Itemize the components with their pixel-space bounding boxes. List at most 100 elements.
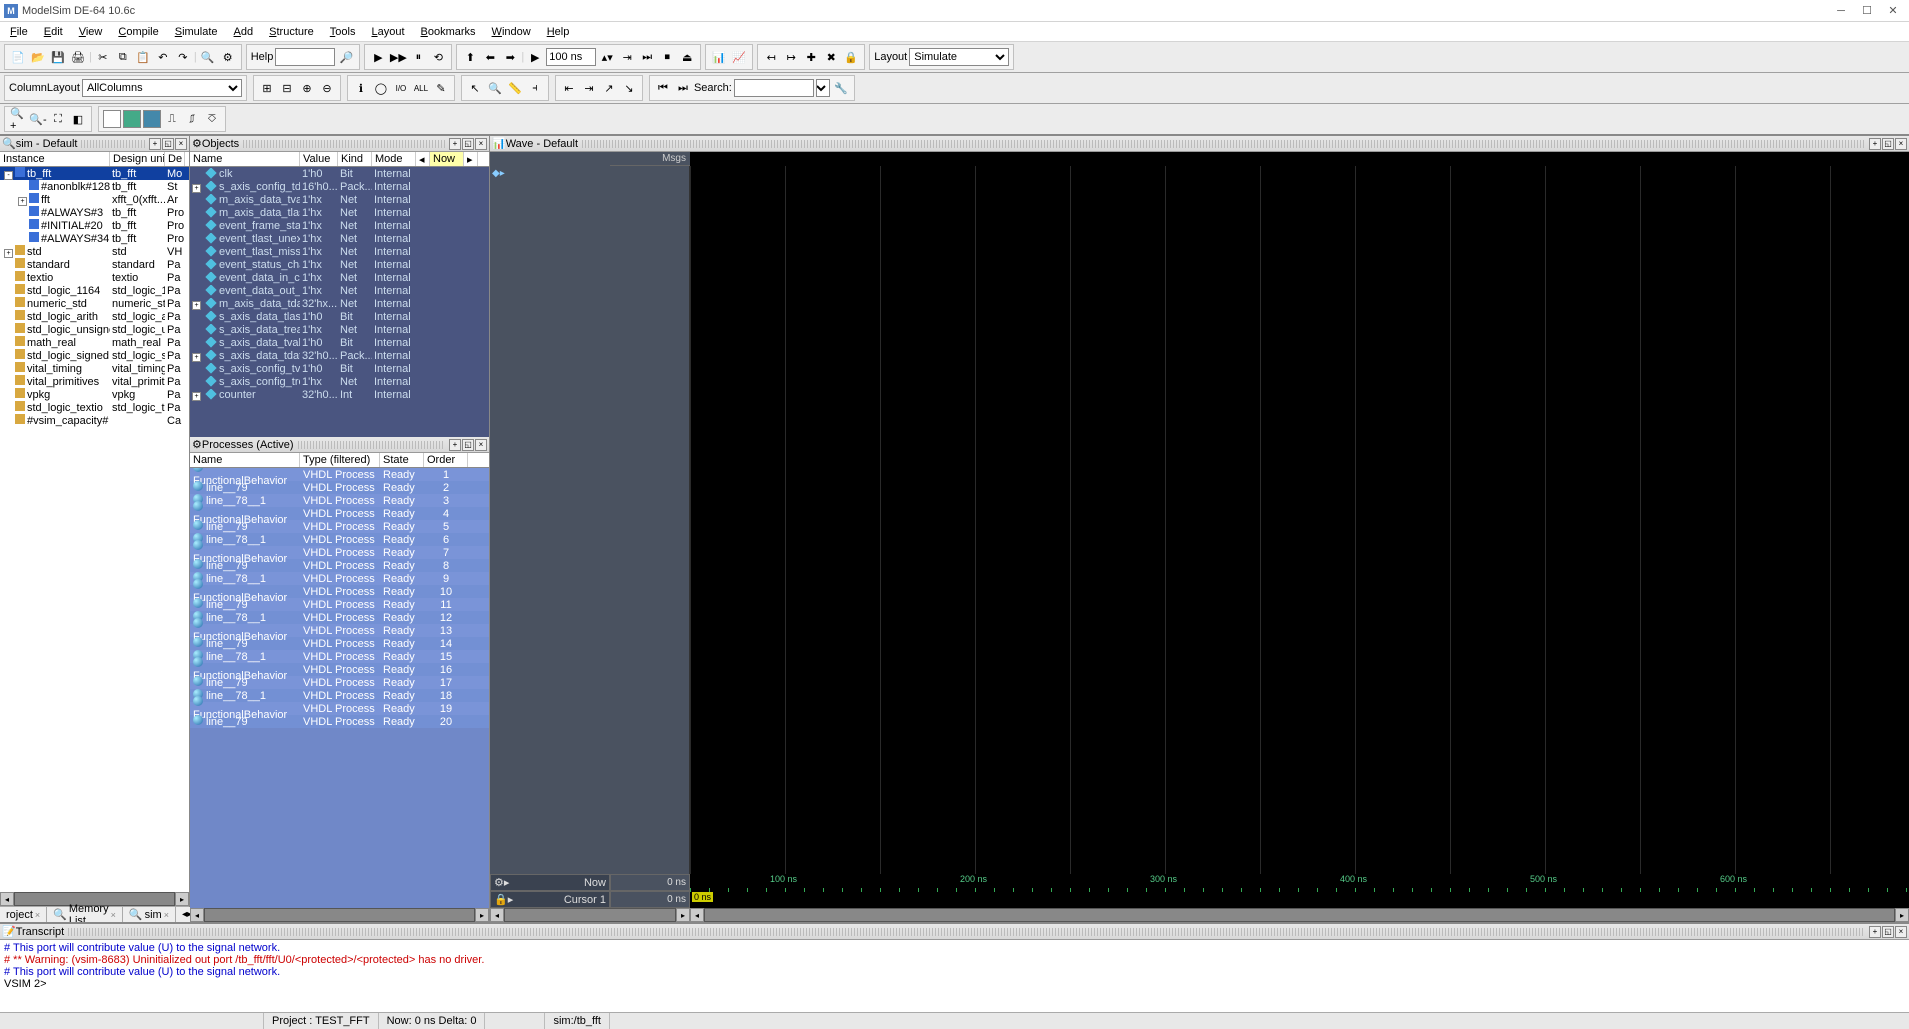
sim-row[interactable]: numeric_stdnumeric_stdPa [0,297,189,310]
processes-list[interactable]: FunctionalBehaviorVHDL ProcessReady1line… [190,468,489,908]
sim-tree[interactable]: -tb_ffttb_fftMo#anonblk#128...tb_fftSt+f… [0,167,189,892]
pointer-icon[interactable]: ↖ [466,79,484,97]
menu-layout[interactable]: Layout [365,24,410,40]
break-sim-icon[interactable]: ⏏ [678,48,696,66]
obj-col-next-button[interactable]: ▸ [464,152,478,166]
expand-icon[interactable]: ⊕ [298,79,316,97]
stop-icon[interactable]: ⏹ [658,48,676,66]
copy-icon[interactable]: ⧉ [114,48,132,66]
sim-row[interactable]: #anonblk#128...tb_fftSt [0,180,189,193]
cut-icon[interactable]: ✂ [94,48,112,66]
scroll-right-icon[interactable]: ▸ [475,908,489,922]
nav-back-icon[interactable]: ⬅ [481,48,499,66]
sim-row[interactable]: standardstandardPa [0,258,189,271]
menu-structure[interactable]: Structure [263,24,320,40]
object-row[interactable]: s_axis_data_tvalid1'h0BitInternal [190,336,489,349]
ungroup-icon[interactable]: ⊟ [278,79,296,97]
menu-help[interactable]: Help [541,24,576,40]
object-row[interactable]: m_axis_data_tvalid...1'hxNetInternal [190,193,489,206]
process-row[interactable]: FunctionalBehaviorVHDL ProcessReady19 [190,702,489,715]
scroll-left-icon[interactable]: ◂ [490,908,504,922]
cursor-lock-icon[interactable]: 🔒 [842,48,860,66]
wave-undock-button[interactable]: ◱ [1882,138,1894,150]
scroll-left-icon[interactable]: ◂ [0,892,14,906]
compile-icon[interactable]: ▶ [369,48,387,66]
object-row[interactable]: s_axis_config_tval...1'h0BitInternal [190,362,489,375]
radix-icon[interactable]: ℹ [352,79,370,97]
scroll-right-icon[interactable]: ▸ [1895,908,1909,922]
zoom-icon[interactable]: 🔍 [486,79,504,97]
wave-signal-names[interactable]: ◆▸ [490,166,690,874]
nav-up-icon[interactable]: ⬆ [461,48,479,66]
sim-row[interactable]: std_logic_arithstd_logic_a...Pa [0,310,189,323]
process-row[interactable]: line__79VHDL ProcessReady8 [190,559,489,572]
wave-bg-blue-icon[interactable] [143,110,161,128]
process-row[interactable]: FunctionalBehaviorVHDL ProcessReady4 [190,507,489,520]
tab-roject[interactable]: roject× [0,907,47,922]
cursor-left-icon[interactable]: ↤ [762,48,780,66]
trans-next-icon[interactable]: ⇥ [580,79,598,97]
object-row[interactable]: s_axis_config_trea...1'hxNetInternal [190,375,489,388]
sim-row[interactable]: std_logic_unsignedstd_logic_u...Pa [0,323,189,336]
proc-undock-button[interactable]: ◱ [462,439,474,451]
sim-row[interactable]: vital_timingvital_timingPa [0,362,189,375]
find-icon[interactable]: 🔍 [199,48,217,66]
objects-list[interactable]: clk1'h0BitInternal+s_axis_config_tdat...… [190,167,489,437]
cursor-add-icon[interactable]: ✚ [802,48,820,66]
undo-icon[interactable]: ↶ [154,48,172,66]
nav-fwd-icon[interactable]: ➡ [501,48,519,66]
sim-row[interactable]: std_logic_signedstd_logic_si...Pa [0,349,189,362]
tool-icon[interactable]: ⚙ [219,48,237,66]
minimize-button[interactable]: ─ [1829,2,1853,20]
sim-row[interactable]: #vsim_capacity#Ca [0,414,189,427]
object-row[interactable]: m_axis_data_tlast1'hxNetInternal [190,206,489,219]
wave-canvas[interactable] [690,166,1909,874]
wave-add-button[interactable]: + [1869,138,1881,150]
process-row[interactable]: FunctionalBehaviorVHDL ProcessReady10 [190,585,489,598]
sim-row[interactable]: vital_primitivesvital_primiti...Pa [0,375,189,388]
sim-col-designunit[interactable]: Design unit [110,152,165,166]
obj-col-prev-button[interactable]: ◂ [416,152,430,166]
menu-view[interactable]: View [73,24,109,40]
wave-tool-icon[interactable]: 📊 [710,48,728,66]
process-row[interactable]: line__79VHDL ProcessReady11 [190,598,489,611]
wave-bg-green-icon[interactable] [123,110,141,128]
radix2-icon[interactable]: ◯ [372,79,390,97]
wave-cursor-value[interactable]: 0 ns [610,891,690,908]
sim-panel-header[interactable]: 🔍 sim - Default + ◱ × [0,136,189,152]
objects-close-button[interactable]: × [475,138,487,150]
scroll-right-icon[interactable]: ▸ [175,892,189,906]
objects-add-button[interactable]: + [449,138,461,150]
sim-row[interactable]: #ALWAYS#3tb_fftPro [0,206,189,219]
object-row[interactable]: +s_axis_config_tdat...16'h0...Pack...Int… [190,180,489,193]
sim-col-instance[interactable]: Instance [0,152,110,166]
sim-column-header[interactable]: Instance Design unit De [0,152,189,167]
proc-add-button[interactable]: + [449,439,461,451]
object-row[interactable]: event_data_out_c...1'hxNetInternal [190,284,489,297]
scroll-left-icon[interactable]: ◂ [190,908,204,922]
object-row[interactable]: event_tlast_unexp...1'hxNetInternal [190,232,489,245]
obj-col-value[interactable]: Value [300,152,338,166]
proc-col-name[interactable]: Name [190,453,300,467]
wave-falling-icon[interactable]: ⎎ [183,110,201,128]
group-icon[interactable]: ⊞ [258,79,276,97]
help-input[interactable] [275,48,335,66]
bookmark-prev-icon[interactable]: ⏮ [654,79,672,97]
menu-bookmarks[interactable]: Bookmarks [415,24,482,40]
proc-col-order[interactable]: Order [424,453,468,467]
run-all-icon[interactable]: ⏭ [638,48,656,66]
menu-simulate[interactable]: Simulate [169,24,224,40]
proc-close-button[interactable]: × [475,439,487,451]
wave-area[interactable]: ◆▸ [490,166,1909,874]
process-row[interactable]: line__79VHDL ProcessReady14 [190,637,489,650]
edge-icon[interactable]: ⫞ [526,79,544,97]
tab-sim[interactable]: 🔍sim× [123,907,176,922]
process-row[interactable]: FunctionalBehaviorVHDL ProcessReady13 [190,624,489,637]
process-row[interactable]: line__79VHDL ProcessReady5 [190,520,489,533]
bookmark-next-icon[interactable]: ⏭ [674,79,692,97]
tab-memory-list[interactable]: 🔍Memory List× [47,907,123,922]
object-row[interactable]: +s_axis_data_tdata32'h0...Pack...Interna… [190,349,489,362]
proc-col-state[interactable]: State [380,453,424,467]
object-row[interactable]: event_status_chan...1'hxNetInternal [190,258,489,271]
transcript-body[interactable]: # This port will contribute value (U) to… [0,940,1909,1012]
